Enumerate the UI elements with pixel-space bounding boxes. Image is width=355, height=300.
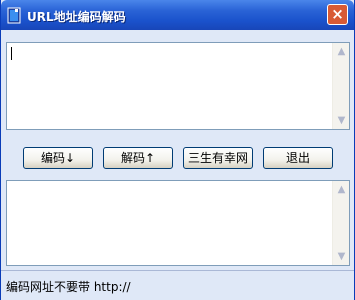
decode-button[interactable]: 解码↑ bbox=[103, 147, 173, 169]
app-icon bbox=[7, 7, 21, 24]
window-title: URL地址编码解码 bbox=[27, 10, 126, 24]
input-scrollbar[interactable]: ▲ ▼ bbox=[332, 43, 349, 129]
close-button[interactable]: × bbox=[327, 4, 348, 25]
output-scrollbar[interactable]: ▲ ▼ bbox=[332, 181, 349, 265]
scroll-up-icon[interactable]: ▲ bbox=[334, 44, 349, 59]
scroll-up-icon[interactable]: ▲ bbox=[334, 182, 349, 197]
status-bar: 编码网址不要带 http:// bbox=[1, 270, 354, 300]
text-caret bbox=[11, 47, 12, 60]
output-textarea[interactable]: ▲ ▼ bbox=[6, 180, 350, 266]
status-text: 编码网址不要带 http:// bbox=[6, 280, 131, 294]
title-bar[interactable]: URL地址编码解码 × bbox=[1, 0, 354, 30]
scroll-down-icon[interactable]: ▼ bbox=[334, 113, 349, 128]
sansheng-link-button[interactable]: 三生有幸网 bbox=[183, 147, 253, 169]
app-window: URL地址编码解码 × ▲ ▼ 编码↓ 解码↑ 三生有幸网 退出 ▲ ▼ 编码网… bbox=[0, 0, 355, 300]
exit-button[interactable]: 退出 bbox=[263, 147, 333, 169]
encode-button[interactable]: 编码↓ bbox=[23, 147, 93, 169]
scroll-down-icon[interactable]: ▼ bbox=[334, 249, 349, 264]
close-icon: × bbox=[331, 5, 344, 23]
input-textarea[interactable]: ▲ ▼ bbox=[6, 42, 350, 130]
